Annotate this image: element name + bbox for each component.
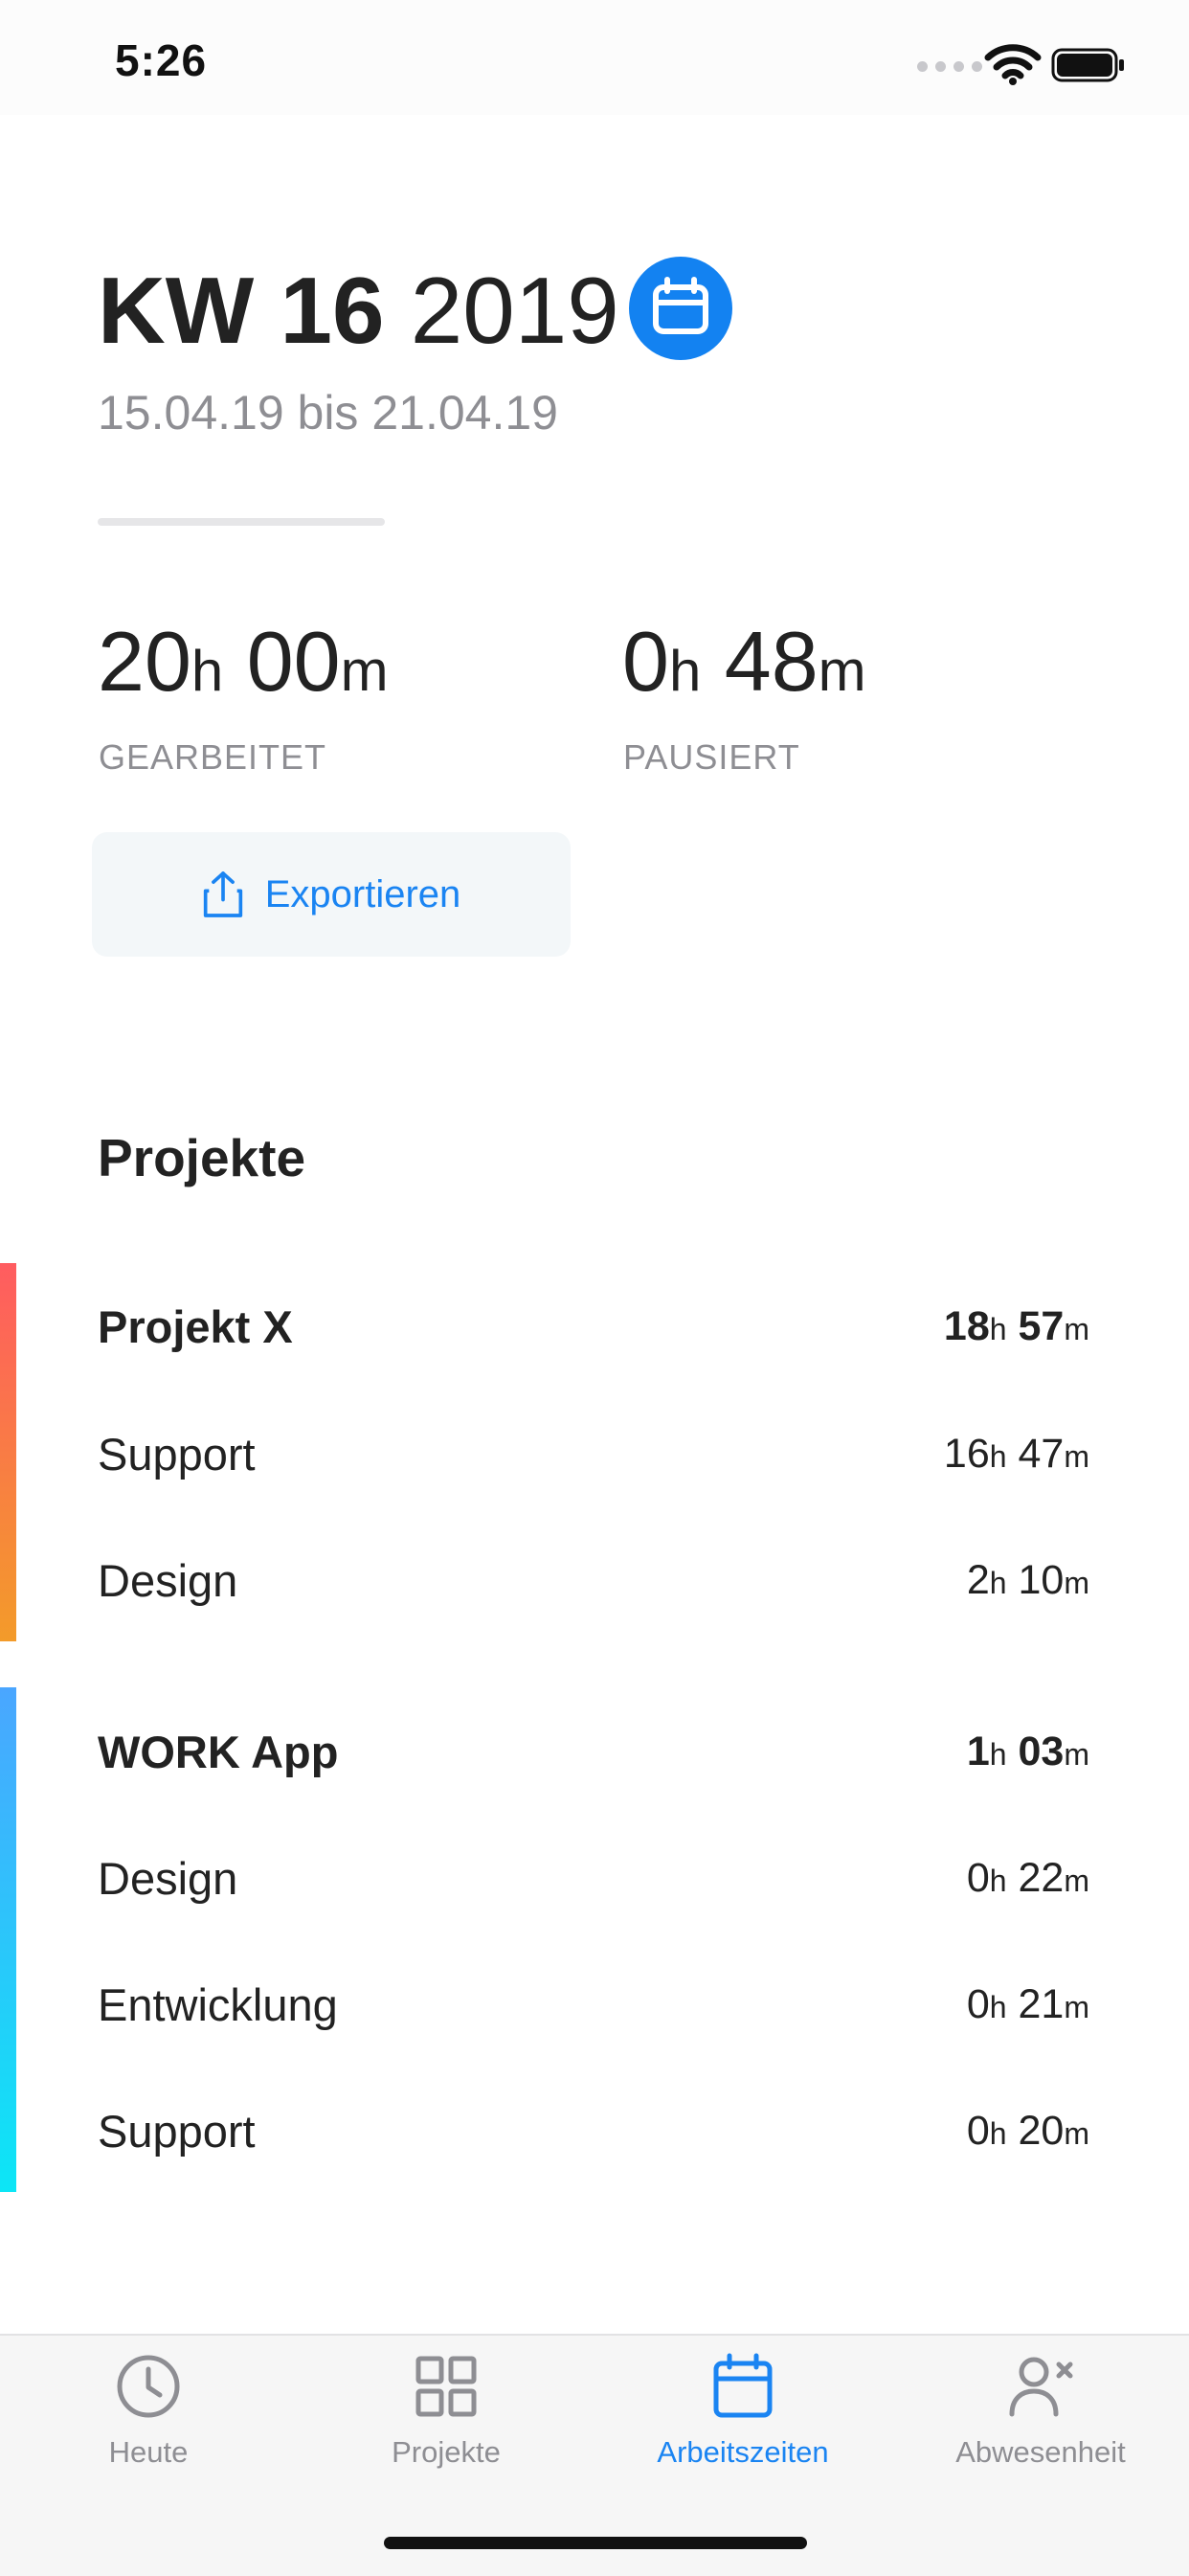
project-color-bar [0, 1263, 16, 1641]
task-time: 16h 47m [943, 1430, 1089, 1477]
date-range: 15.04.19 bis 21.04.19 [98, 386, 558, 440]
task-row[interactable]: Support 16h 47m [98, 1425, 1089, 1482]
project-row[interactable]: WORK App 1h 03m [98, 1723, 1089, 1780]
status-time: 5:26 [115, 35, 208, 85]
paused-time: 0h 48m [622, 614, 866, 709]
paused-label: PAUSIERT [623, 737, 800, 777]
project-row[interactable]: Projekt X 18h 57m [98, 1298, 1089, 1355]
worked-label: GEARBEITET [99, 737, 327, 777]
worked-time: 20h 00m [98, 614, 389, 709]
project-color-bar [0, 1687, 16, 2192]
task-time: 0h 21m [966, 1980, 1089, 2027]
week-year: 2019 [410, 258, 619, 363]
battery-icon [1051, 48, 1124, 82]
export-label: Exportieren [264, 872, 461, 915]
tab-arbeitszeiten[interactable]: Arbeitszeiten [594, 2351, 891, 2470]
task-row[interactable]: Design 2h 10m [98, 1551, 1089, 1609]
week-title: KW 16 2019 [98, 257, 619, 365]
export-button[interactable]: Exportieren [92, 832, 571, 957]
calendar-icon [713, 2353, 773, 2418]
share-icon [203, 871, 242, 917]
tab-label: Heute [108, 2435, 189, 2469]
tab-heute[interactable]: Heute [0, 2351, 297, 2470]
divider [98, 518, 385, 526]
project-time: 18h 57m [943, 1302, 1089, 1349]
person-x-icon [1009, 2357, 1073, 2417]
grid-icon [415, 2356, 477, 2417]
task-time: 2h 10m [966, 1556, 1089, 1603]
task-name: Design [98, 1554, 238, 1606]
tab-label: Projekte [392, 2435, 501, 2469]
task-name: Design [98, 1852, 238, 1904]
project-name: WORK App [98, 1726, 339, 1777]
task-time: 0h 20m [966, 2107, 1089, 2154]
tab-projekte[interactable]: Projekte [298, 2351, 594, 2470]
project-time: 1h 03m [966, 1728, 1089, 1774]
cellular-signal-icon [917, 61, 982, 72]
projects-title: Projekte [98, 1128, 306, 1187]
project-name: Projekt X [98, 1300, 293, 1352]
task-name: Support [98, 1428, 256, 1480]
clock-icon [117, 2355, 180, 2418]
week-number: KW 16 [98, 258, 385, 363]
task-row[interactable]: Entwicklung 0h 21m [98, 1976, 1089, 2033]
task-name: Support [98, 2105, 256, 2157]
task-row[interactable]: Support 0h 20m [98, 2102, 1089, 2159]
home-indicator [384, 2537, 807, 2549]
calendar-button[interactable] [629, 257, 732, 360]
tab-label: Arbeitszeiten [657, 2435, 829, 2469]
tab-abwesenheit[interactable]: Abwesenheit [892, 2351, 1189, 2470]
wifi-icon [984, 44, 1042, 85]
task-time: 0h 22m [966, 1854, 1089, 1901]
tab-label: Abwesenheit [955, 2435, 1126, 2469]
calendar-icon [653, 277, 708, 334]
task-name: Entwicklung [98, 1978, 338, 2030]
task-row[interactable]: Design 0h 22m [98, 1849, 1089, 1907]
